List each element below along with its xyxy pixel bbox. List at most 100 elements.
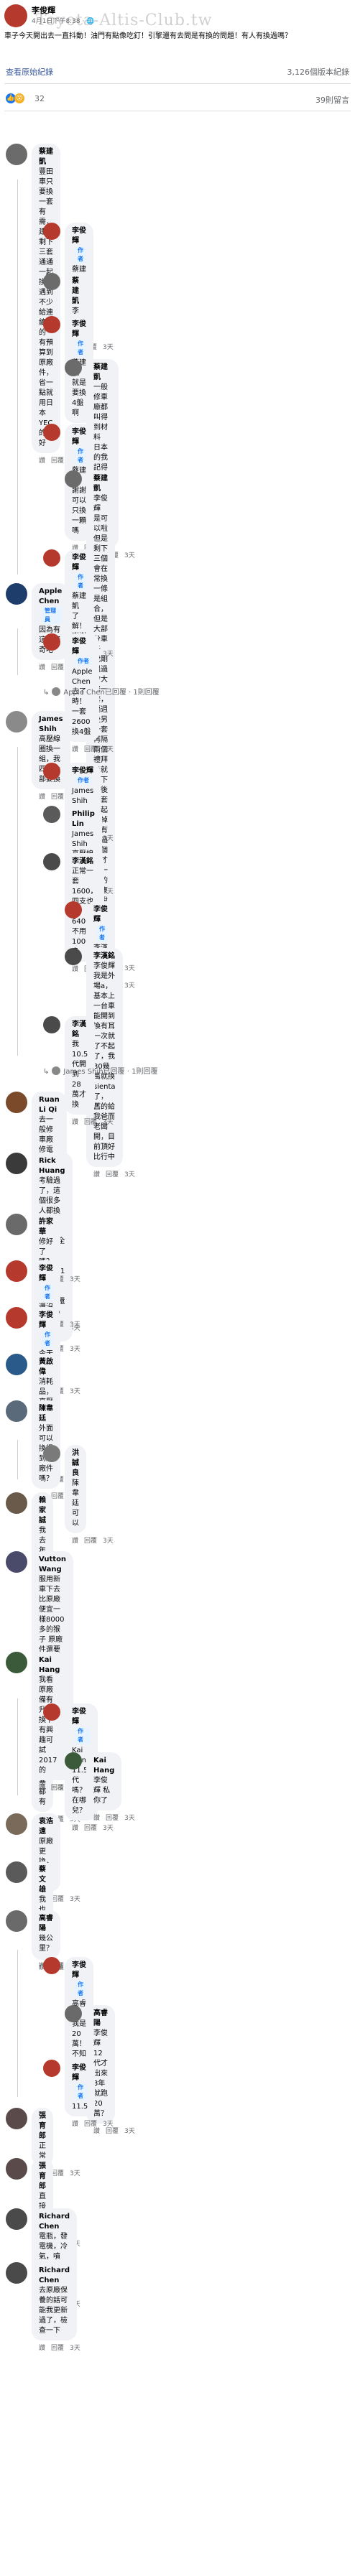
comment-timestamp[interactable]: 3天 bbox=[70, 1321, 80, 1329]
avatar[interactable] bbox=[6, 1652, 27, 1673]
commenter-name[interactable]: 蔡建凱 bbox=[72, 276, 79, 307]
comment-timestamp[interactable]: 3天 bbox=[70, 1896, 80, 1903]
avatar[interactable] bbox=[43, 853, 60, 870]
comment-timestamp[interactable]: 3天 bbox=[103, 344, 114, 351]
commenter-name[interactable]: 蔡建凱 bbox=[93, 474, 108, 494]
comment-timestamp[interactable]: 3天 bbox=[124, 1171, 135, 1178]
comment-timestamp[interactable]: 3天 bbox=[103, 651, 114, 658]
commenter-name[interactable]: 李漢銘 bbox=[72, 1020, 88, 1040]
comment-timestamp[interactable]: 3天 bbox=[70, 2345, 80, 2352]
comment-timestamp[interactable]: 3天 bbox=[124, 552, 135, 559]
commenter-name[interactable]: 李俊輝作者 bbox=[72, 637, 92, 667]
comment-timestamp[interactable]: 3天 bbox=[103, 1538, 114, 1545]
view-replies-link[interactable]: ↳ Apple Chen已回覆 · 1則回覆 bbox=[43, 686, 160, 697]
like-link[interactable]: 讚 bbox=[39, 2345, 45, 2352]
wow-icon[interactable]: 😮 bbox=[14, 93, 24, 103]
avatar[interactable] bbox=[4, 4, 27, 27]
commenter-name[interactable]: Kai Hang bbox=[93, 1756, 114, 1776]
see-original-link[interactable]: 查看原始紀錄 bbox=[6, 66, 53, 78]
like-link[interactable]: 讚 bbox=[39, 794, 45, 801]
reply-link[interactable]: 回覆 bbox=[51, 664, 64, 671]
avatar[interactable] bbox=[65, 901, 82, 919]
commenter-name[interactable]: 李俊輝作者 bbox=[72, 1961, 86, 1999]
avatar[interactable] bbox=[6, 1492, 27, 1514]
like-link[interactable]: 讚 bbox=[72, 746, 78, 753]
avatar[interactable] bbox=[6, 1307, 27, 1329]
avatar[interactable] bbox=[43, 1957, 60, 1974]
commenter-name[interactable]: 李俊輝作者 bbox=[72, 766, 93, 786]
view-replies-link[interactable]: ↳ James Shih已回覆 · 1則回覆 bbox=[43, 1065, 157, 1076]
avatar[interactable] bbox=[6, 1260, 27, 1282]
avatar[interactable] bbox=[6, 2262, 27, 2284]
commenter-name[interactable]: 許家華 bbox=[39, 1217, 53, 1237]
comment-timestamp[interactable]: 3天 bbox=[124, 2128, 135, 2135]
reply-link[interactable]: 回覆 bbox=[51, 794, 64, 801]
reply-link[interactable]: 回覆 bbox=[84, 1119, 97, 1126]
commenter-name[interactable]: 李俊輝作者 bbox=[72, 1707, 91, 1746]
reply-link[interactable]: 回覆 bbox=[106, 1815, 119, 1822]
comment-timestamp[interactable]: 3天 bbox=[124, 1815, 135, 1822]
avatar[interactable] bbox=[65, 359, 82, 376]
commenter-name[interactable]: Richard Chen bbox=[39, 2266, 70, 2286]
avatar[interactable] bbox=[6, 1400, 27, 1422]
avatar[interactable] bbox=[43, 806, 60, 823]
commenter-name[interactable]: Apple Chen管理員 bbox=[39, 587, 63, 626]
commenter-name[interactable]: 李俊輝作者 bbox=[39, 1264, 53, 1303]
comment-timestamp[interactable]: 3天 bbox=[103, 835, 114, 842]
comment-timestamp[interactable]: 3天 bbox=[70, 2170, 80, 2177]
avatar[interactable] bbox=[6, 1910, 27, 1932]
comment-timestamp[interactable]: 3天 bbox=[124, 965, 135, 972]
commenter-name[interactable]: 李俊輝作者 bbox=[72, 320, 86, 358]
reply-link[interactable]: 回覆 bbox=[106, 1171, 119, 1178]
commenter-name[interactable]: 賴家誠 bbox=[39, 1496, 46, 1526]
commenter-name[interactable]: 李俊輝作者 bbox=[72, 553, 86, 592]
commenter-name[interactable]: 李俊輝作者 bbox=[72, 226, 86, 265]
comment-timestamp[interactable]: 3天 bbox=[103, 1119, 114, 1126]
comment-timestamp[interactable]: 3天 bbox=[103, 2121, 114, 2128]
avatar[interactable] bbox=[6, 1354, 27, 1375]
reply-link[interactable]: 回覆 bbox=[51, 2345, 64, 2352]
commenter-name[interactable]: Rick Huang bbox=[39, 1156, 65, 1176]
avatar[interactable] bbox=[6, 1153, 27, 1174]
avatar[interactable] bbox=[6, 144, 27, 165]
reply-link[interactable]: 回覆 bbox=[51, 457, 64, 465]
avatar[interactable] bbox=[43, 316, 60, 333]
avatar[interactable] bbox=[65, 948, 82, 965]
like-link[interactable]: 讚 bbox=[39, 1785, 45, 1792]
commenter-name[interactable]: 李漢銘 bbox=[72, 857, 97, 867]
commenter-name[interactable]: 黃啟偉 bbox=[39, 1357, 53, 1377]
commenter-name[interactable]: 李俊輝作者 bbox=[39, 1311, 53, 1349]
comment-timestamp[interactable]: 3天 bbox=[103, 746, 114, 753]
avatar[interactable] bbox=[43, 2060, 60, 2077]
edit-history-count[interactable]: 3,126個版本紀錄 bbox=[287, 66, 350, 78]
avatar[interactable] bbox=[43, 424, 60, 441]
commenter-name[interactable]: 洪誠良 bbox=[72, 1449, 79, 1479]
avatar[interactable] bbox=[6, 711, 27, 733]
avatar[interactable] bbox=[43, 1703, 60, 1721]
commenter-name[interactable]: James Shih bbox=[39, 715, 63, 735]
commenter-name[interactable]: Richard Chen bbox=[39, 2212, 70, 2232]
like-link[interactable]: 讚 bbox=[93, 1815, 100, 1822]
commenter-name[interactable]: 李俊輝作者 bbox=[93, 905, 108, 944]
commenter-name[interactable]: 張育郎 bbox=[39, 2162, 46, 2192]
avatar[interactable] bbox=[6, 1214, 27, 1235]
avatar[interactable] bbox=[6, 2108, 27, 2129]
avatar[interactable] bbox=[6, 1813, 27, 1835]
avatar[interactable] bbox=[65, 2005, 82, 2022]
avatar[interactable] bbox=[43, 633, 60, 651]
commenter-name[interactable]: Ruan Li Qi bbox=[39, 1095, 60, 1115]
avatar[interactable] bbox=[6, 1092, 27, 1113]
comment-timestamp[interactable]: 3天 bbox=[124, 982, 135, 990]
reply-link[interactable]: 回覆 bbox=[84, 2121, 97, 2128]
avatar[interactable] bbox=[43, 223, 60, 240]
comment-timestamp[interactable]: 3天 bbox=[103, 1825, 114, 1832]
avatar[interactable] bbox=[43, 1016, 60, 1033]
reply-link[interactable]: 回覆 bbox=[51, 1493, 64, 1500]
commenter-name[interactable]: 李漢銘 bbox=[93, 952, 116, 962]
like-link[interactable]: 讚 bbox=[39, 664, 45, 671]
reply-link[interactable]: 回覆 bbox=[84, 1538, 97, 1545]
reply-link[interactable]: 回覆 bbox=[84, 746, 97, 753]
commenter-name[interactable]: 袁浩遠 bbox=[39, 1817, 53, 1837]
avatar[interactable] bbox=[43, 549, 60, 567]
like-link[interactable]: 讚 bbox=[93, 1171, 100, 1178]
